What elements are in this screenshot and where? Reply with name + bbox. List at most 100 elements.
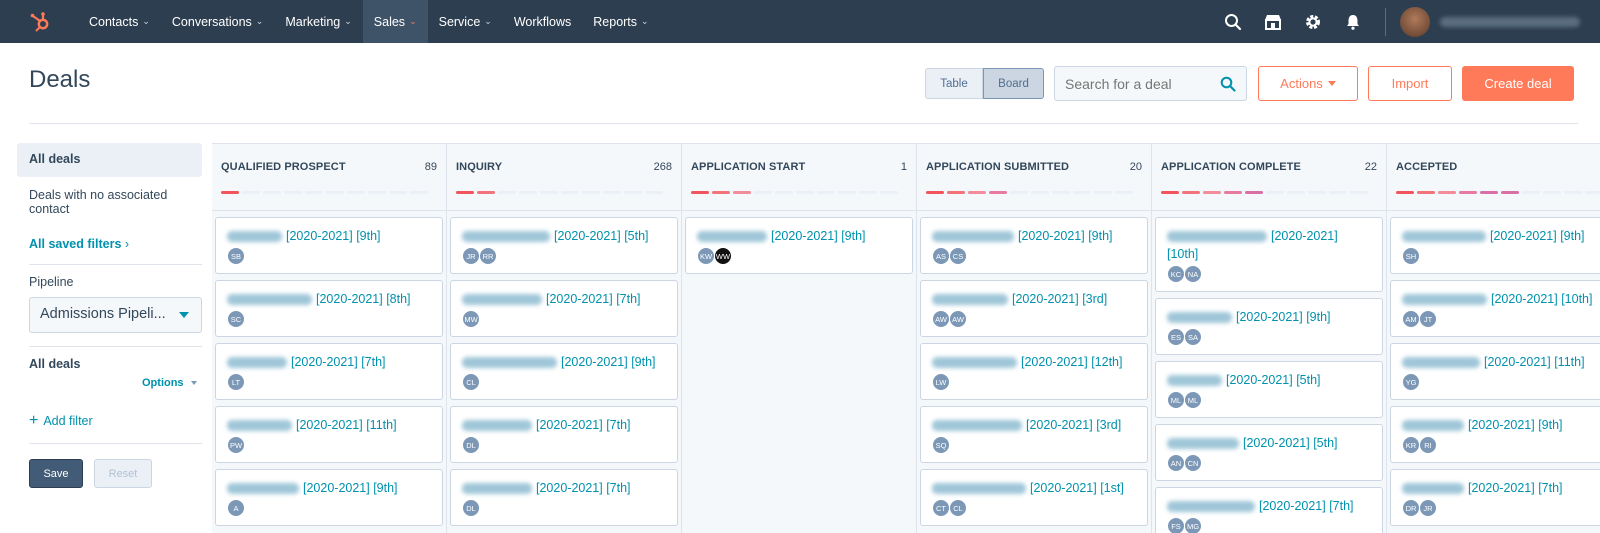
deal-card[interactable]: [2020-2021] [5th] AN CN: [1155, 424, 1383, 481]
notifications-icon[interactable]: [1333, 0, 1373, 43]
deal-name-link[interactable]: [2020-2021] [7th]: [462, 416, 667, 434]
save-button[interactable]: Save: [29, 459, 83, 488]
deal-name-link[interactable]: [2020-2021] [9th]: [1402, 416, 1600, 434]
marketplace-icon[interactable]: [1253, 0, 1293, 43]
deal-card[interactable]: [2020-2021] [9th] SH: [1390, 217, 1600, 274]
column-header[interactable]: INQUIRY 268: [447, 143, 681, 211]
avatar[interactable]: KC: [1167, 265, 1185, 283]
deal-card[interactable]: [2020-2021] [9th] CL: [450, 343, 678, 400]
user-avatar[interactable]: [1400, 6, 1430, 37]
avatar[interactable]: ML: [1167, 391, 1185, 409]
deal-name-link[interactable]: [2020-2021] [12th]: [932, 353, 1137, 371]
nav-item-workflows[interactable]: Workflows: [503, 0, 582, 43]
deal-name-link[interactable]: [2020-2021] [3rd]: [932, 416, 1137, 434]
avatar[interactable]: MW: [462, 310, 480, 328]
deal-card[interactable]: [2020-2021] [7th] DL: [450, 406, 678, 463]
avatar[interactable]: LW: [932, 373, 950, 391]
deal-card[interactable]: [2020-2021] [3rd] AW AW: [920, 280, 1148, 337]
deal-name-link[interactable]: [2020-2021] [5th]: [1167, 434, 1372, 452]
avatar[interactable]: SC: [227, 310, 245, 328]
deal-card[interactable]: [2020-2021] [3rd] SQ: [920, 406, 1148, 463]
avatar[interactable]: DR: [1402, 499, 1420, 517]
add-filter-button[interactable]: + Add filter: [29, 412, 93, 430]
deal-name-link[interactable]: [2020-2021] [3rd]: [932, 290, 1137, 308]
avatar[interactable]: JT: [1419, 310, 1437, 328]
deal-name-link[interactable]: [2020-2021] [1st]: [932, 479, 1137, 497]
settings-icon[interactable]: [1293, 0, 1333, 43]
deal-name-link[interactable]: [2020-2021] [9th]: [932, 227, 1137, 245]
deal-card[interactable]: [2020-2021] [12th] LW: [920, 343, 1148, 400]
user-name-redacted[interactable]: [1440, 16, 1580, 27]
deal-card[interactable]: [2020-2021] [7th] DR JR: [1390, 469, 1600, 526]
deal-card[interactable]: [2020-2021] [7th] MW: [450, 280, 678, 337]
deal-card[interactable]: [2020-2021] [10th] AM JT: [1390, 280, 1600, 337]
deal-card[interactable]: [2020-2021] [8th] SC: [215, 280, 443, 337]
deal-name-link[interactable]: [2020-2021] [5th]: [462, 227, 667, 245]
avatar[interactable]: KR: [1402, 436, 1420, 454]
saved-filters-link[interactable]: All saved filters ›: [29, 237, 129, 251]
deal-name-link[interactable]: [2020-2021] [9th]: [1402, 227, 1600, 245]
deal-name-link[interactable]: [2020-2021] [10th]: [1167, 227, 1372, 263]
avatar[interactable]: YG: [1402, 373, 1420, 391]
avatar[interactable]: AN: [1167, 454, 1185, 472]
avatar[interactable]: CT: [932, 499, 950, 517]
pipeline-select[interactable]: Admissions Pipeli...: [29, 297, 202, 333]
actions-button[interactable]: Actions: [1258, 66, 1358, 101]
deal-card[interactable]: [2020-2021] [9th] A: [215, 469, 443, 526]
deal-name-link[interactable]: [2020-2021] [7th]: [1402, 479, 1600, 497]
deal-name-link[interactable]: [2020-2021] [7th]: [1167, 497, 1372, 515]
deal-card[interactable]: [2020-2021] [11th] YG: [1390, 343, 1600, 400]
search-input[interactable]: [1065, 75, 1215, 92]
column-header[interactable]: QUALIFIED PROSPECT 89: [212, 143, 446, 211]
search-icon[interactable]: [1213, 0, 1253, 43]
nav-item-marketing[interactable]: Marketing ⌄: [274, 0, 362, 43]
column-header[interactable]: APPLICATION START 1: [682, 143, 916, 211]
deal-card[interactable]: [2020-2021] [10th] KC NA: [1155, 217, 1383, 292]
avatar[interactable]: SA: [1184, 328, 1202, 346]
sidebar-item-all-deals[interactable]: All deals: [17, 143, 202, 177]
nav-item-conversations[interactable]: Conversations ⌄: [161, 0, 274, 43]
avatar[interactable]: DL: [462, 436, 480, 454]
avatar[interactable]: AW: [932, 310, 950, 328]
avatar[interactable]: SH: [1402, 247, 1420, 265]
avatar[interactable]: CS: [949, 247, 967, 265]
deal-name-link[interactable]: [2020-2021] [9th]: [1167, 308, 1372, 326]
avatar[interactable]: RR: [479, 247, 497, 265]
deal-name-link[interactable]: [2020-2021] [11th]: [1402, 353, 1600, 371]
deal-name-link[interactable]: [2020-2021] [9th]: [462, 353, 667, 371]
avatar[interactable]: CN: [1184, 454, 1202, 472]
avatar[interactable]: JR: [1419, 499, 1437, 517]
avatar[interactable]: PW: [227, 436, 245, 454]
deal-name-link[interactable]: [2020-2021] [11th]: [227, 416, 432, 434]
avatar[interactable]: DL: [462, 499, 480, 517]
deal-card[interactable]: [2020-2021] [9th] KR RI: [1390, 406, 1600, 463]
deal-card[interactable]: [2020-2021] [1st] CT CL: [920, 469, 1148, 526]
search-icon[interactable]: [1220, 76, 1236, 97]
avatar[interactable]: RI: [1419, 436, 1437, 454]
sidebar-item-no-contact[interactable]: Deals with no associated contact: [29, 188, 199, 216]
nav-item-service[interactable]: Service ⌄: [428, 0, 503, 43]
avatar[interactable]: CL: [949, 499, 967, 517]
avatar[interactable]: AS: [932, 247, 950, 265]
table-view-button[interactable]: Table: [925, 68, 983, 99]
column-header[interactable]: ACCEPTED30: [1387, 143, 1600, 211]
avatar[interactable]: MG: [1184, 517, 1202, 533]
deal-card[interactable]: [2020-2021] [9th] ES SA: [1155, 298, 1383, 355]
deal-name-link[interactable]: [2020-2021] [9th]: [697, 227, 902, 245]
deal-name-link[interactable]: [2020-2021] [9th]: [227, 479, 432, 497]
avatar[interactable]: SQ: [932, 436, 950, 454]
nav-item-sales[interactable]: Sales ⌄: [362, 0, 428, 43]
avatar[interactable]: WW: [714, 247, 732, 265]
deal-card[interactable]: [2020-2021] [9th] AS CS: [920, 217, 1148, 274]
options-dropdown[interactable]: Options: [142, 377, 197, 389]
avatar[interactable]: FS: [1167, 517, 1185, 533]
deal-card[interactable]: [2020-2021] [9th] KW WW: [685, 217, 913, 274]
avatar[interactable]: LT: [227, 373, 245, 391]
column-header[interactable]: APPLICATION SUBMITTED 20: [917, 143, 1151, 211]
nav-item-reports[interactable]: Reports ⌄: [582, 0, 659, 43]
avatar[interactable]: CL: [462, 373, 480, 391]
avatar[interactable]: ES: [1167, 328, 1185, 346]
deal-name-link[interactable]: [2020-2021] [7th]: [462, 290, 667, 308]
avatar[interactable]: NA: [1184, 265, 1202, 283]
deal-card[interactable]: [2020-2021] [5th] JR RR: [450, 217, 678, 274]
